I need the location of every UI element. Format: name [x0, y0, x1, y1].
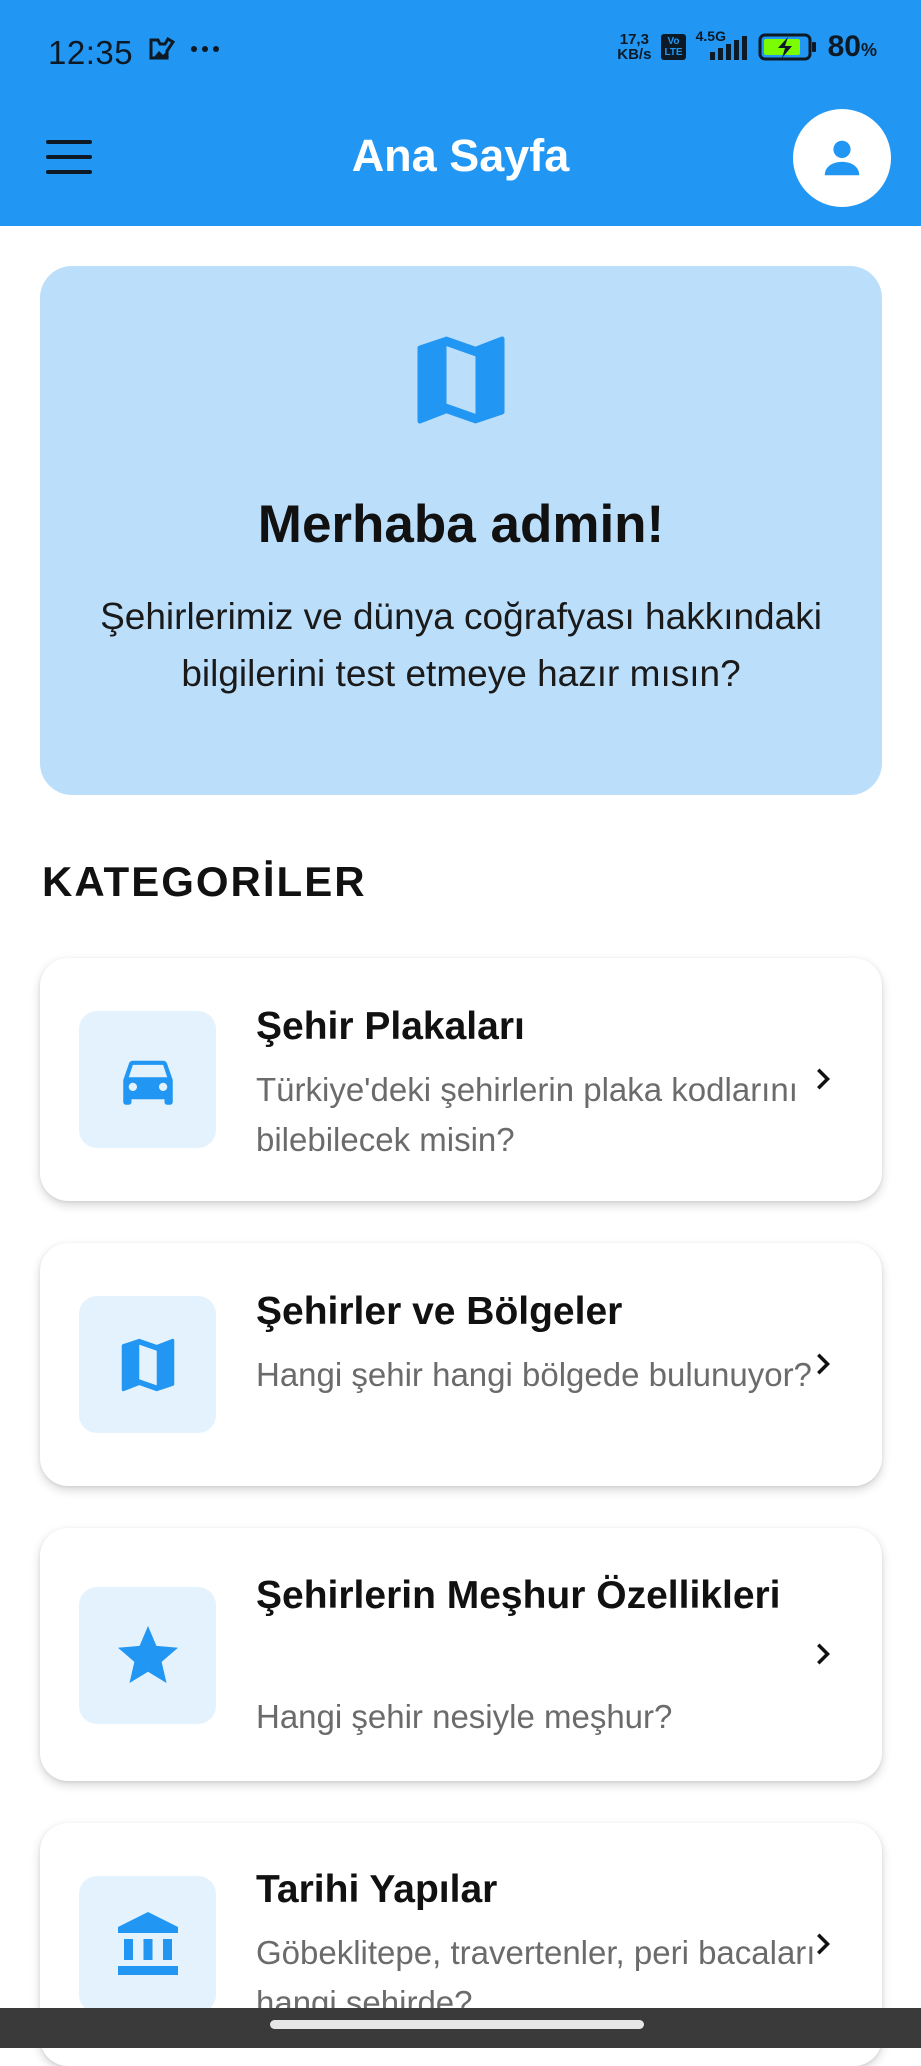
battery-percentage: 80%	[827, 30, 877, 63]
gallery-notification-icon	[149, 36, 176, 60]
welcome-card: Merhaba admin! Şehirlerimiz ve dünya coğ…	[40, 266, 882, 795]
category-title: Şehir Plakaları	[256, 1005, 525, 1048]
chevron-right-icon	[817, 1068, 830, 1090]
status-time: 12:35	[48, 34, 134, 71]
category-card-famous-features[interactable]: Şehirlerin Meşhur Özellikleri Hangi şehi…	[40, 1528, 882, 1781]
categories-heading: KATEGORİLER	[42, 858, 367, 905]
page-title: Ana Sayfa	[351, 130, 570, 181]
signal-icon: 4.5G	[696, 28, 748, 62]
network-speed: 17,3 KB/s	[617, 31, 652, 63]
more-dots-icon	[191, 46, 219, 52]
category-title: Tarihi Yapılar	[256, 1868, 498, 1911]
home-gesture-handle[interactable]	[270, 2020, 644, 2029]
category-description: Türkiye'deki şehirlerin plaka kodlarını …	[256, 1071, 798, 1158]
category-title: Şehirlerin Meşhur Özellikleri	[256, 1574, 781, 1617]
category-card-plates[interactable]: Şehir Plakaları Türkiye'deki şehirlerin …	[40, 958, 882, 1201]
app-header: 12:35 17,3 KB/s Vo LTE 4.5G 80% Ana Sayf…	[0, 0, 921, 226]
category-title: Şehirler ve Bölgeler	[256, 1290, 623, 1333]
chevron-right-icon	[817, 1353, 830, 1375]
map-icon	[417, 336, 505, 424]
welcome-title: Merhaba admin!	[257, 495, 665, 554]
star-icon	[117, 1625, 178, 1683]
person-icon	[824, 140, 860, 176]
car-icon	[122, 1060, 173, 1105]
status-system-icons: 17,3 KB/s Vo LTE 4.5G 80%	[617, 28, 877, 64]
category-description: Hangi şehir nesiyle meşhur?	[256, 1698, 673, 1735]
museum-icon	[117, 1911, 178, 1975]
chevron-right-icon	[817, 1643, 830, 1665]
map-icon	[121, 1338, 174, 1391]
volte-icon: Vo LTE	[661, 34, 686, 60]
category-icon-box	[79, 1296, 216, 1433]
profile-avatar-button[interactable]	[793, 109, 891, 207]
category-description: Hangi şehir hangi bölgede bulunuyor?	[256, 1356, 812, 1393]
system-navigation-bar	[0, 2008, 921, 2048]
status-notification-icons	[148, 36, 220, 62]
chevron-right-icon	[817, 1933, 830, 1955]
category-card-regions[interactable]: Şehirler ve Bölgeler Hangi şehir hangi b…	[40, 1243, 882, 1486]
category-icon-box	[79, 1876, 216, 2013]
category-icon-box	[79, 1011, 216, 1148]
category-icon-box	[79, 1587, 216, 1724]
battery-charging-icon	[758, 33, 816, 61]
welcome-text: Şehirlerimiz ve dünya coğrafyası hakkınd…	[100, 596, 822, 694]
